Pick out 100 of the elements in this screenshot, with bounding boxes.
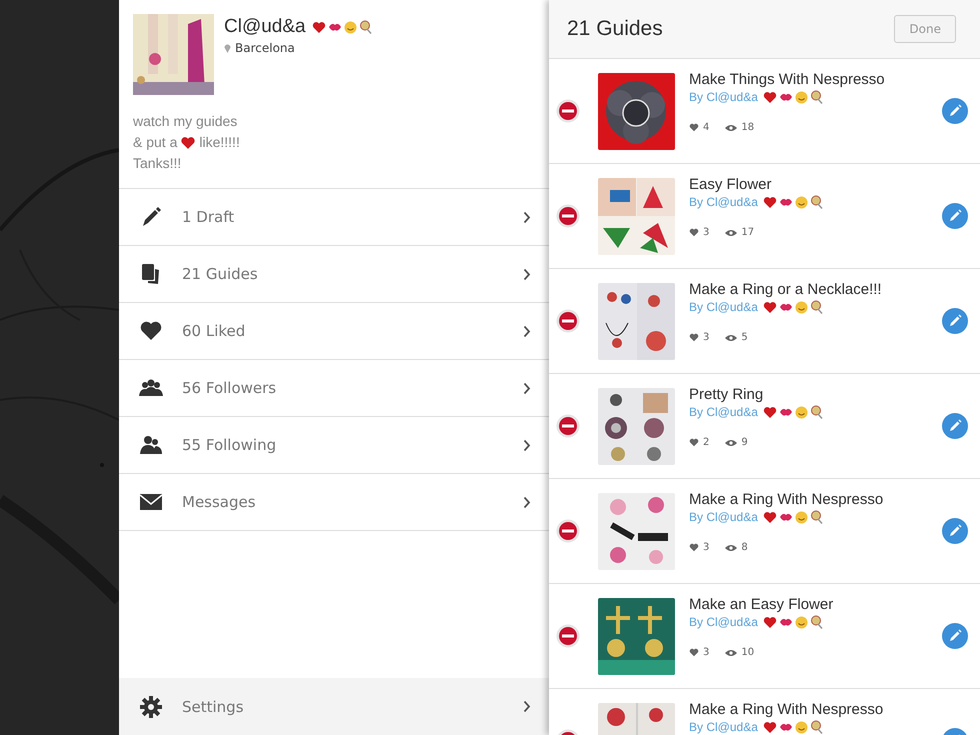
heart-icon xyxy=(140,321,162,341)
menu-label: 21 Guides xyxy=(182,265,259,283)
heart-icon xyxy=(762,406,777,418)
menu-label: Messages xyxy=(182,493,257,511)
guide-title[interactable]: Make a Ring or a Necklace!!! xyxy=(689,281,942,298)
documents-icon xyxy=(140,263,162,285)
lollipop-icon xyxy=(810,510,823,524)
remove-icon[interactable] xyxy=(556,204,580,228)
eye-icon xyxy=(725,544,738,552)
remove-icon[interactable] xyxy=(556,99,580,123)
menu-item[interactable]: 56 Followers xyxy=(119,360,549,417)
smiley-icon xyxy=(794,406,808,418)
like-count: 2 xyxy=(703,437,710,448)
chevron-right-icon xyxy=(523,210,531,224)
menu-label: Settings xyxy=(182,698,245,716)
author-link[interactable]: By Cl@ud&a xyxy=(689,300,758,314)
smiley-icon xyxy=(794,196,808,208)
settings-item[interactable]: Settings xyxy=(119,678,549,735)
guide-title[interactable]: Make a Ring With Nespresso xyxy=(689,701,942,718)
heart-icon xyxy=(689,333,699,342)
menu-item[interactable]: 1 Draft xyxy=(119,189,549,246)
heart-icon xyxy=(689,648,699,657)
lips-icon xyxy=(778,92,793,102)
edit-icon[interactable] xyxy=(942,308,968,334)
edit-icon[interactable] xyxy=(942,518,968,544)
author-link[interactable]: By Cl@ud&a xyxy=(689,405,758,419)
like-count: 3 xyxy=(703,227,710,238)
lips-icon xyxy=(778,407,793,417)
lips-icon xyxy=(778,617,793,627)
view-count: 18 xyxy=(741,122,754,133)
heart-icon xyxy=(689,438,699,447)
menu-label: 55 Following xyxy=(182,436,278,454)
author-link[interactable]: By Cl@ud&a xyxy=(689,720,758,734)
smiley-icon xyxy=(344,20,357,34)
lollipop-icon xyxy=(810,300,823,314)
view-count: 9 xyxy=(741,437,748,448)
chevron-right-icon xyxy=(523,700,531,713)
chevron-right-icon xyxy=(523,496,531,508)
heart-icon xyxy=(689,543,699,552)
edit-icon[interactable] xyxy=(942,98,968,124)
menu-label: 1 Draft xyxy=(182,208,236,226)
chevron-right-icon xyxy=(523,438,531,452)
heart-icon xyxy=(762,90,777,104)
done-button[interactable]: Done xyxy=(894,15,956,43)
bio-text: Tanks!!! xyxy=(133,154,182,173)
view-count: 10 xyxy=(741,647,754,658)
guide-title[interactable]: Make an Easy Flower xyxy=(689,596,942,613)
bio-text: & put a xyxy=(133,133,178,152)
user-name: Cl@ud&a xyxy=(224,16,306,38)
like-count: 3 xyxy=(703,542,710,553)
remove-icon[interactable] xyxy=(556,414,580,438)
smiley-icon xyxy=(794,510,808,524)
menu-label: 56 Followers xyxy=(182,379,278,397)
envelope-icon xyxy=(140,494,162,510)
guide-title[interactable]: Pretty Ring xyxy=(689,386,942,403)
view-count: 8 xyxy=(741,542,748,553)
eye-icon xyxy=(725,124,738,132)
lollipop-icon xyxy=(810,90,823,104)
eye-icon xyxy=(725,648,738,656)
lips-icon xyxy=(778,197,793,207)
remove-icon[interactable] xyxy=(556,624,580,648)
pencil-icon xyxy=(140,206,162,228)
chevron-right-icon xyxy=(523,268,531,280)
smiley-icon xyxy=(794,720,808,734)
guide-title[interactable]: Make Things With Nespresso xyxy=(689,71,942,88)
lips-icon xyxy=(778,302,793,312)
eye-icon xyxy=(725,438,738,446)
lollipop-icon xyxy=(810,720,823,734)
heart-icon xyxy=(312,20,326,34)
remove-icon[interactable] xyxy=(556,309,580,333)
like-count: 3 xyxy=(703,332,710,343)
panel-title: 21 Guides xyxy=(567,17,663,41)
edit-icon[interactable] xyxy=(942,203,968,229)
author-link[interactable]: By Cl@ud&a xyxy=(689,90,758,104)
guide-title[interactable]: Make a Ring With Nespresso xyxy=(689,491,942,508)
lollipop-icon xyxy=(358,20,372,34)
lollipop-icon xyxy=(810,195,823,209)
view-count: 5 xyxy=(741,332,748,343)
lollipop-icon xyxy=(810,615,823,629)
menu-item[interactable]: 21 Guides xyxy=(119,246,549,303)
edit-icon[interactable] xyxy=(942,623,968,649)
lips-icon xyxy=(778,722,793,732)
heart-icon xyxy=(762,300,777,314)
view-count: 17 xyxy=(741,227,754,238)
chevron-right-icon xyxy=(523,382,531,394)
author-link[interactable]: By Cl@ud&a xyxy=(689,615,758,629)
people-icon xyxy=(139,378,163,398)
edit-icon[interactable] xyxy=(942,413,968,439)
guide-title[interactable]: Easy Flower xyxy=(689,176,942,193)
bio-text: like!!!!! xyxy=(199,133,240,152)
menu-item[interactable]: 60 Liked xyxy=(119,303,549,360)
remove-icon[interactable] xyxy=(556,519,580,543)
heart-icon xyxy=(762,196,777,208)
menu-item[interactable]: Messages xyxy=(119,474,549,531)
author-link[interactable]: By Cl@ud&a xyxy=(689,510,758,524)
menu-item[interactable]: 55 Following xyxy=(119,417,549,474)
chevron-right-icon xyxy=(523,324,531,338)
author-link[interactable]: By Cl@ud&a xyxy=(689,195,758,209)
location-pin-icon xyxy=(224,43,231,53)
lollipop-icon xyxy=(810,405,823,419)
